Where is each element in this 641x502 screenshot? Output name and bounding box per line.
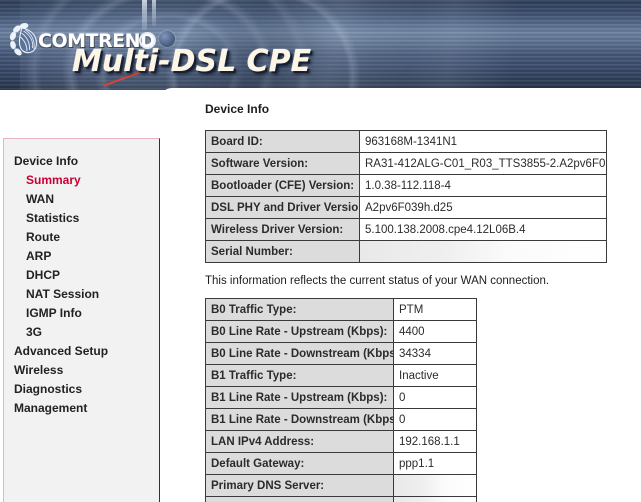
table-row: B1 Line Rate - Upstream (Kbps): 0	[206, 386, 476, 408]
row-value: 963168M-1341N1	[360, 131, 606, 152]
sidebar-item-statistics[interactable]: Statistics	[4, 209, 159, 228]
table-row: B1 Traffic Type: Inactive	[206, 364, 476, 386]
sidebar-item-route[interactable]: Route	[4, 228, 159, 247]
row-label: DSL PHY and Driver Version:	[206, 196, 360, 218]
page-title: Device Info	[205, 102, 270, 116]
row-value: 1.0.38-112.118-4	[360, 174, 606, 196]
row-value: 192.168.1.1	[394, 430, 476, 452]
sidebar-item-arp[interactable]: ARP	[4, 247, 159, 266]
row-label: Software Version:	[206, 152, 360, 174]
comtrend-flower-logo-icon	[8, 22, 42, 56]
table-row: B0 Line Rate - Downstream (Kbps): 34334	[206, 342, 476, 364]
row-label: B1 Line Rate - Upstream (Kbps):	[206, 386, 394, 408]
sidebar-item-advanced-setup[interactable]: Advanced Setup	[4, 342, 159, 361]
row-value: 0	[394, 408, 476, 430]
sidebar-item-3g[interactable]: 3G	[4, 323, 159, 342]
row-value: A2pv6F039h.d25	[360, 196, 606, 218]
row-label: B0 Line Rate - Upstream (Kbps):	[206, 320, 394, 342]
sidebar-item-diagnostics[interactable]: Diagnostics	[4, 380, 159, 399]
row-value: ppp1.1	[394, 452, 476, 474]
row-label: B1 Line Rate - Downstream (Kbps):	[206, 408, 394, 430]
banner-light-bar-right	[152, 0, 156, 26]
row-label: Board ID:	[206, 131, 360, 152]
row-value-redacted	[360, 240, 606, 262]
sidebar-item-nat-session[interactable]: NAT Session	[4, 285, 159, 304]
row-value: 0	[394, 386, 476, 408]
sidebar-item-wireless[interactable]: Wireless	[4, 361, 159, 380]
row-label: Wireless Driver Version:	[206, 218, 360, 240]
device-info-table-body: Board ID: 963168M-1341N1 Software Version:…	[206, 131, 606, 262]
site-banner: COMTREND Multi-DSL CPE	[0, 0, 641, 90]
table-row: Default Gateway: ppp1.1	[206, 452, 476, 474]
table-row: Secondary DNS Server:	[206, 496, 476, 502]
row-label: B0 Line Rate - Downstream (Kbps):	[206, 342, 394, 364]
table-row: B0 Line Rate - Upstream (Kbps): 4400	[206, 320, 476, 342]
row-value: PTM	[394, 299, 476, 320]
row-value: 5.100.138.2008.cpe4.12L06B.4	[360, 218, 606, 240]
table-row: LAN IPv4 Address: 192.168.1.1	[206, 430, 476, 452]
row-label: Default Gateway:	[206, 452, 394, 474]
row-label: Serial Number:	[206, 240, 360, 262]
content-panel: Device Info Board ID: 963168M-1341N1 Softw…	[160, 88, 641, 502]
row-value: 4400	[394, 320, 476, 342]
sidebar-item-wan[interactable]: WAN	[4, 190, 159, 209]
table-row: B1 Line Rate - Downstream (Kbps): 0	[206, 408, 476, 430]
row-label: Bootloader (CFE) Version:	[206, 174, 360, 196]
table-row: Wireless Driver Version: 5.100.138.2008.c…	[206, 218, 606, 240]
sidebar-item-dhcp[interactable]: DHCP	[4, 266, 159, 285]
row-value: RA31-412ALG-C01_R03_TTS3855-2.A2pv6F039h…	[360, 152, 606, 174]
row-label: Secondary DNS Server:	[206, 496, 394, 502]
row-value: Inactive	[394, 364, 476, 386]
wan-info-table-body: B0 Traffic Type: PTM B0 Line Rate - Upstre…	[206, 299, 476, 502]
row-value: 34334	[394, 342, 476, 364]
sidebar-item-device-info[interactable]: Device Info	[4, 152, 159, 171]
table-row: DSL PHY and Driver Version: A2pv6F039h.d2…	[206, 196, 606, 218]
row-value-redacted	[394, 474, 476, 496]
row-label: Primary DNS Server:	[206, 474, 394, 496]
table-row: Primary DNS Server:	[206, 474, 476, 496]
row-value-redacted	[394, 496, 476, 502]
table-row: Serial Number:	[206, 240, 606, 262]
banner-light-bar-left	[142, 0, 147, 30]
table-row: B0 Traffic Type: PTM	[206, 299, 476, 320]
product-title: Multi-DSL CPE	[72, 44, 312, 79]
sidebar-item-management[interactable]: Management	[4, 399, 159, 418]
wan-status-note: This information reflects the current st…	[205, 275, 550, 287]
row-label: LAN IPv4 Address:	[206, 430, 394, 452]
device-info-table: Board ID: 963168M-1341N1 Software Version:…	[205, 130, 607, 263]
sidebar-navigation: Device Info Summary WAN Statistics Route ARP D…	[3, 138, 160, 502]
row-label: B0 Traffic Type:	[206, 299, 394, 320]
table-row: Bootloader (CFE) Version: 1.0.38-112.118-…	[206, 174, 606, 196]
sidebar-item-summary[interactable]: Summary	[4, 171, 159, 190]
row-label: B1 Traffic Type:	[206, 364, 394, 386]
wan-info-table: B0 Traffic Type: PTM B0 Line Rate - Upstre…	[205, 298, 477, 502]
main-content: Device Info Board ID: 963168M-1341N1 Softw…	[160, 88, 641, 502]
table-row: Board ID: 963168M-1341N1	[206, 131, 606, 152]
table-row: Software Version: RA31-412ALG-C01_R03_TTS…	[206, 152, 606, 174]
sidebar-item-igmp-info[interactable]: IGMP Info	[4, 304, 159, 323]
